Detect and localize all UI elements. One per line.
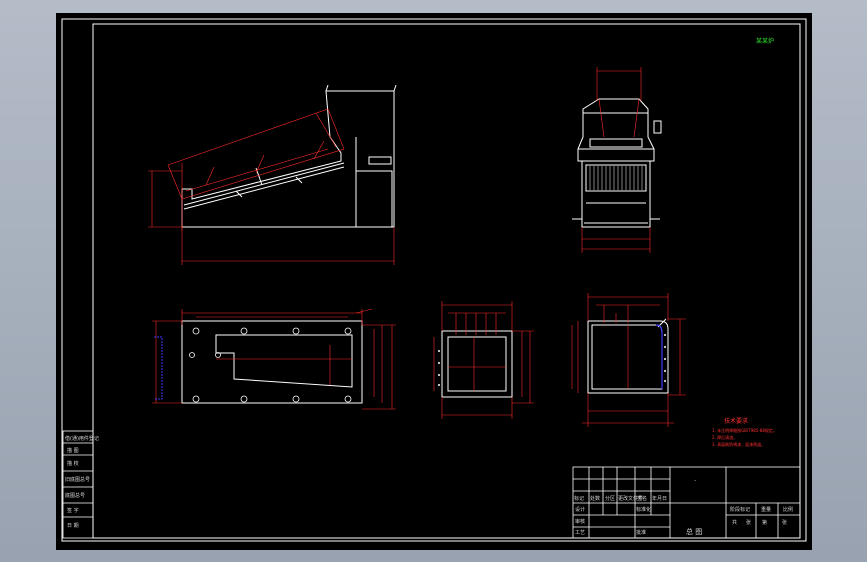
plan-view-bolts: [189, 327, 352, 403]
tech-note-1: 1. 未注明焊缝按GB/T985-88规定。: [712, 427, 777, 433]
sheet-no-label: 第: [762, 519, 767, 526]
title-block-top-mark: .: [694, 475, 696, 483]
role-approve: 批准: [636, 529, 646, 536]
role-standard: 标准化: [636, 506, 651, 513]
plan-view: [181, 320, 363, 404]
front-view-dimensions: [148, 108, 395, 265]
binding-cell-1: 借(通)用件登记: [65, 435, 99, 442]
approval-col-2: 处数: [590, 495, 600, 502]
sheet-total-unit: 张: [746, 519, 751, 526]
cad-viewport[interactable]: 某某炉 技术要求 1. 未注明焊缝按GB/T985-88规定。 2. 焊后清渣。…: [56, 13, 812, 550]
section-a-view: [441, 330, 513, 398]
approval-col-6: 年月日: [652, 495, 667, 502]
side-view-hatch: [589, 166, 643, 190]
plan-view-dimensions: [152, 308, 396, 410]
weight-label: 重量: [761, 506, 771, 513]
binding-cell-7: 日 期: [67, 523, 79, 529]
stage-mark-label: 阶段标记: [730, 506, 750, 513]
approval-col-3: 分区: [605, 495, 615, 502]
section-a-dimensions: [433, 301, 534, 419]
hidden-edge: [154, 336, 163, 400]
section-b-dimensions: [571, 293, 686, 427]
front-view: [181, 84, 397, 228]
tech-note-3: 3. 表面刷防锈漆，面漆两道。: [712, 441, 765, 447]
binding-cell-6: 签 字: [67, 507, 79, 514]
sheet-no-unit: 张: [782, 519, 787, 526]
inner-border: [92, 23, 801, 539]
role-review: 审核: [575, 518, 585, 525]
outer-border: [61, 18, 807, 542]
role-design: 设计: [575, 506, 585, 513]
side-view-dimensions: [581, 67, 651, 253]
binding-cell-5: 底图总号: [65, 492, 85, 499]
approval-col-5: 签名: [637, 495, 647, 502]
tech-note-2: 2. 焊后清渣。: [712, 434, 737, 440]
binding-cell-2: 描 图: [67, 447, 79, 454]
binding-cell-4: 旧底图总号: [65, 476, 90, 483]
corner-label: 某某炉: [756, 37, 774, 45]
drawing-name: 总 图: [686, 527, 702, 536]
tech-notes-heading: 技术要求: [724, 417, 748, 425]
section-b-hidden: [655, 324, 663, 389]
binding-cell-3: 描 校: [67, 460, 79, 467]
sheet-total-label: 共: [732, 519, 737, 526]
section-b-dots: [664, 334, 666, 382]
scale-label: 比例: [783, 506, 793, 513]
section-a-dots: [438, 350, 440, 386]
role-process: 工艺: [575, 530, 585, 536]
drawing-canvas: 某某炉 技术要求 1. 未注明焊缝按GB/T985-88规定。 2. 焊后清渣。…: [61, 18, 807, 542]
side-view: [572, 98, 662, 228]
approval-col-1: 标记: [574, 495, 584, 502]
